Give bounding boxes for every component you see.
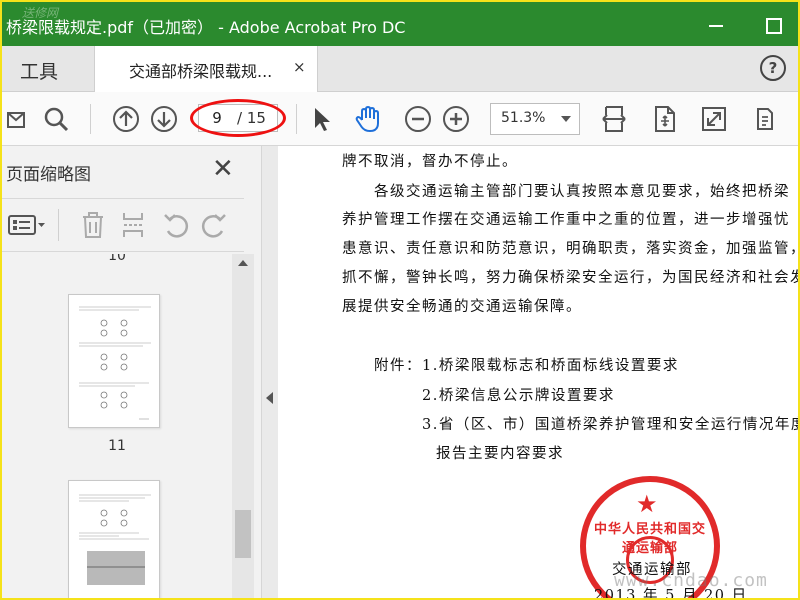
doc-line: 患意识、责任意识和防范意识，明确职责，落实资金，加强监管，常	[342, 241, 800, 257]
delete-page-icon[interactable]	[80, 211, 106, 239]
tab-close-icon[interactable]: ×	[293, 58, 306, 76]
thumbnail-content	[79, 306, 151, 420]
panel-title: 页面缩略图	[6, 165, 91, 185]
scrolling-mode-icon[interactable]	[650, 105, 678, 133]
document-view[interactable]: 牌不取消，督办不停止。 各级交通运输主管部门要认真按照本意见要求，始终把桥梁 养…	[278, 146, 800, 598]
window-title: 桥梁限载规定.pdf（已加密） - Adobe Acrobat Pro DC	[6, 18, 406, 37]
thumbnail-list[interactable]: 10 11	[2, 254, 232, 598]
panel-splitter[interactable]	[262, 146, 278, 598]
collapse-panel-icon[interactable]	[266, 392, 273, 404]
page-up-icon[interactable]	[112, 105, 140, 133]
doc-line: 抓不懈，警钟长鸣，努力确保桥梁安全运行，为国民经济和社会发	[342, 270, 800, 286]
doc-line: 各级交通运输主管部门要认真按照本意见要求，始终把桥梁	[374, 184, 790, 200]
help-icon[interactable]: ?	[760, 55, 786, 81]
panel-toolbar	[2, 198, 244, 252]
panel-separator	[58, 209, 59, 241]
thumbnail-page-number: 10	[108, 254, 126, 264]
toolbar: 9 / 15 51.3%	[2, 92, 798, 146]
tab-bar: 工具 交通部桥梁限载规... × ?	[2, 46, 798, 92]
minimize-button[interactable]	[704, 12, 728, 36]
zoom-dropdown[interactable]: 51.3%	[490, 103, 580, 135]
chevron-down-icon[interactable]	[561, 116, 571, 122]
red-annotation-ellipse	[190, 99, 286, 137]
rotate-right-icon[interactable]	[200, 211, 228, 239]
insert-page-icon[interactable]	[120, 211, 146, 239]
maximize-button[interactable]	[760, 12, 784, 36]
mail-icon[interactable]	[6, 105, 34, 133]
more-tools-icon[interactable]	[750, 105, 778, 133]
title-bar: 送修网 桥梁限载规定.pdf（已加密） - Adobe Acrobat Pro …	[2, 2, 798, 46]
tab-document-label: 交通部桥梁限载规...	[129, 62, 273, 81]
thumbnail-page-number: 11	[108, 438, 126, 454]
watermark-bottom-right: www.cndao.com	[614, 570, 768, 591]
tab-document[interactable]: 交通部桥梁限载规... ×	[94, 46, 318, 92]
thumbnail-content	[79, 494, 151, 585]
thumbnail-options-icon[interactable]	[8, 213, 46, 237]
thumbnail-page-11[interactable]	[68, 294, 160, 428]
doc-line: 展提供安全畅通的交通运输保障。	[342, 299, 582, 315]
search-icon[interactable]	[42, 105, 70, 133]
scrollbar-thumb[interactable]	[235, 510, 251, 558]
zoom-in-icon[interactable]	[442, 105, 470, 133]
page-down-icon[interactable]	[150, 105, 178, 133]
attachment-item: 附件：1.桥梁限载标志和桥面标线设置要求	[374, 358, 679, 374]
page-thumbnails-panel: 页面缩略图 ✕ 10 11	[2, 146, 262, 598]
zoom-value: 51.3%	[501, 110, 546, 126]
close-icon[interactable]: ✕	[212, 156, 234, 182]
app-window: 送修网 桥梁限载规定.pdf（已加密） - Adobe Acrobat Pro …	[0, 0, 800, 600]
doc-line: 牌不取消，督办不停止。	[342, 154, 518, 170]
star-icon: ★	[636, 490, 658, 518]
select-cursor-icon[interactable]	[308, 105, 336, 133]
toolbar-separator	[296, 104, 297, 134]
hand-tool-icon[interactable]	[354, 105, 382, 133]
full-screen-icon[interactable]	[700, 105, 728, 133]
doc-line: 养护管理工作摆在交通运输工作重中之重的位置，进一步增强忧	[342, 212, 790, 228]
zoom-out-icon[interactable]	[404, 105, 432, 133]
tab-tools[interactable]: 工具	[2, 46, 94, 92]
attachment-item: 3.省（区、市）国道桥梁养护管理和安全运行情况年度	[422, 417, 800, 433]
scroll-up-icon[interactable]	[238, 260, 248, 266]
thumbnail-page-12[interactable]	[68, 480, 160, 598]
fit-width-icon[interactable]	[600, 105, 628, 133]
attachment-item: 报告主要内容要求	[436, 446, 564, 462]
thumbnail-scrollbar[interactable]	[232, 254, 254, 598]
attachment-item: 2.桥梁信息公示牌设置要求	[422, 388, 615, 404]
rotate-left-icon[interactable]	[162, 211, 190, 239]
toolbar-separator	[90, 104, 91, 134]
